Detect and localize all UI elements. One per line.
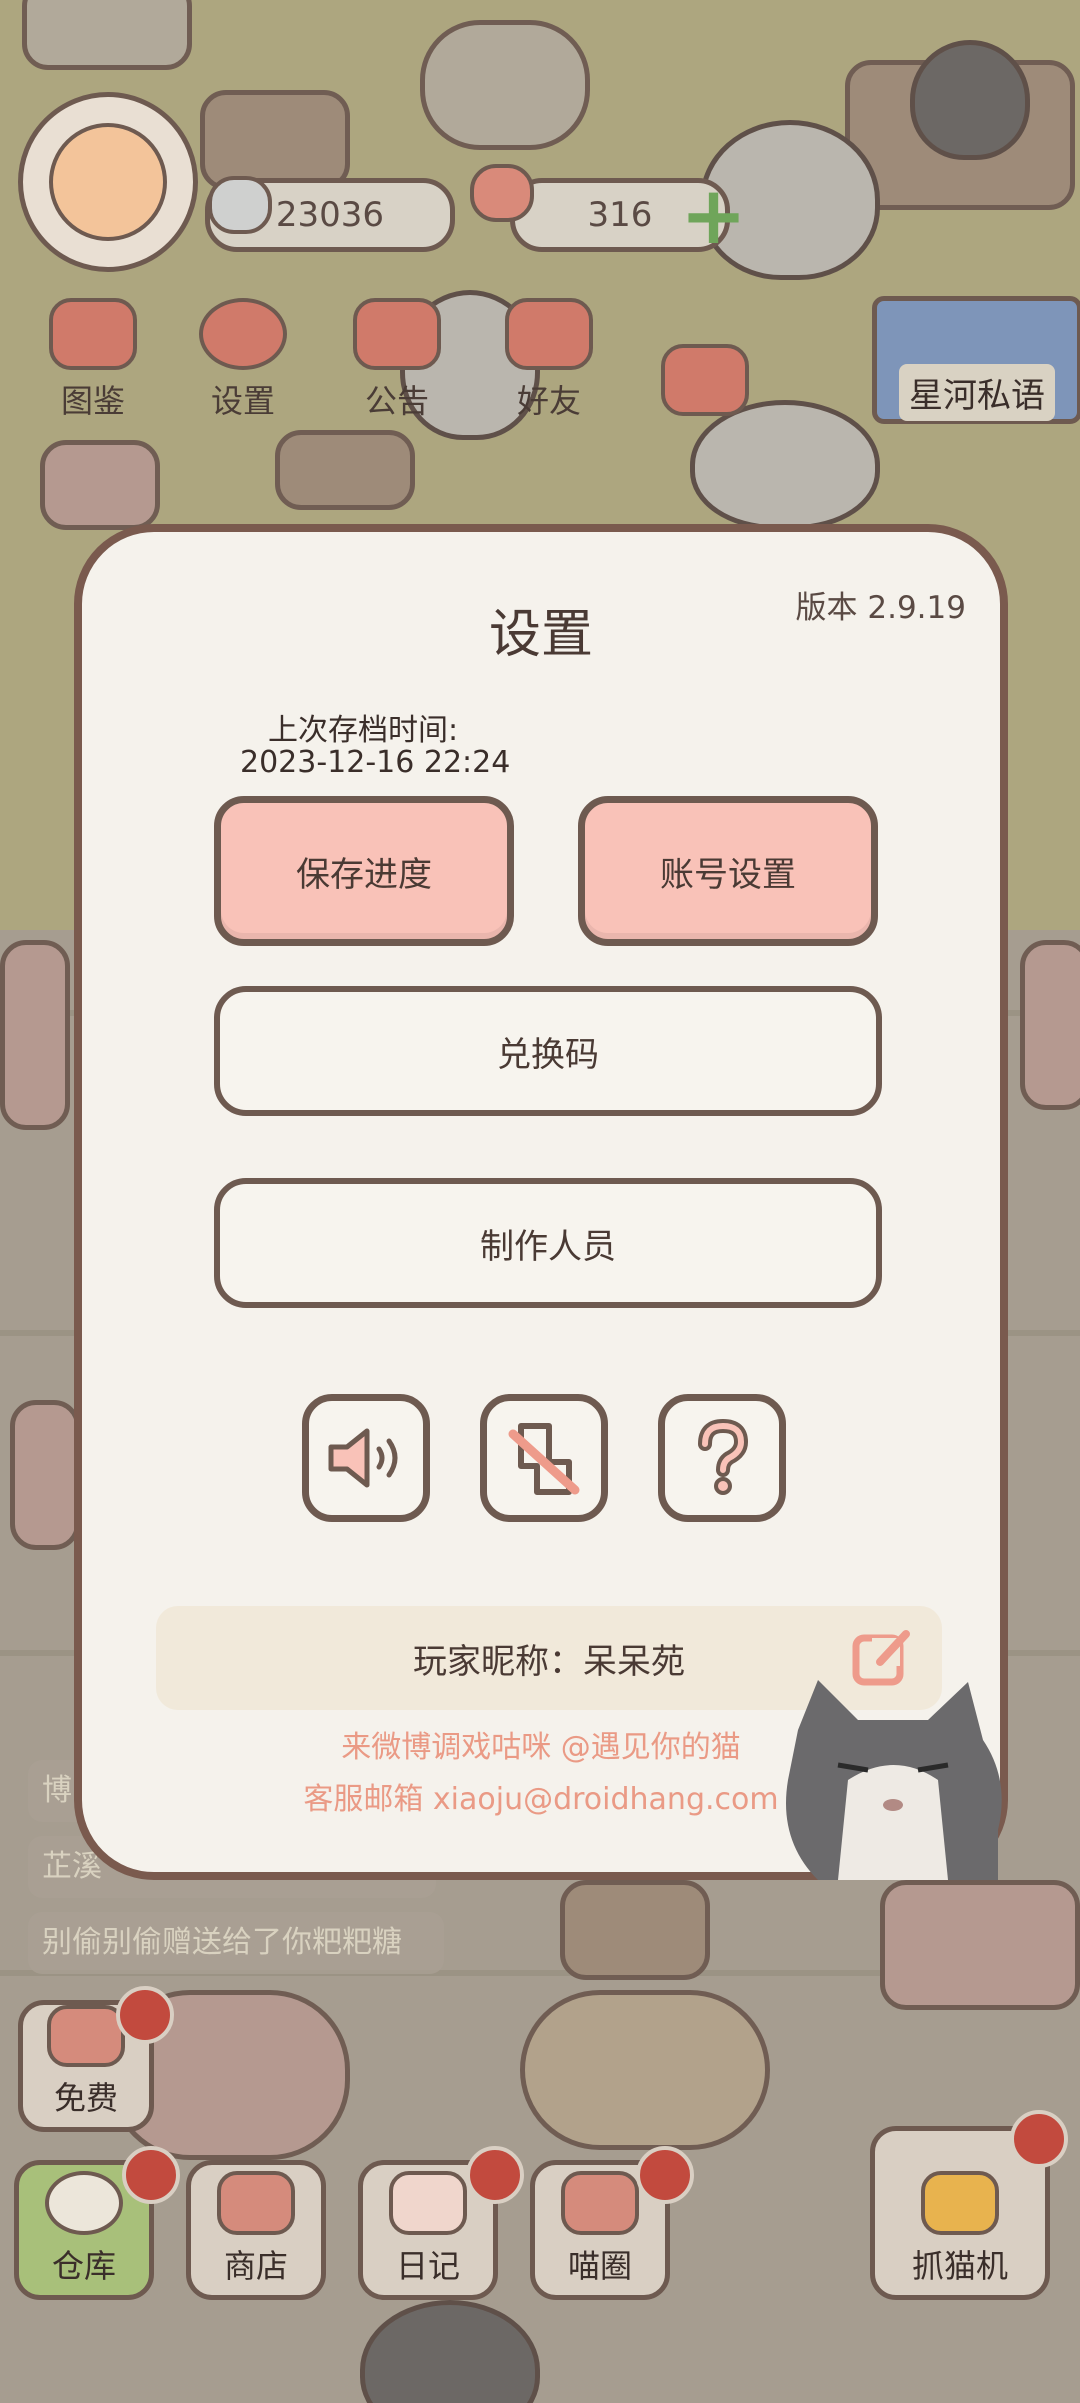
hud-button-label: 图鉴 — [60, 382, 125, 420]
cat-planet-icon — [561, 2171, 639, 2235]
save-progress-button[interactable]: 保存进度 — [214, 796, 514, 946]
last-save-time: 2023-12-16 22:24 — [240, 745, 511, 780]
hearts-mail-icon — [661, 344, 749, 416]
notification-badge — [466, 2146, 524, 2204]
hud-button-announcement[interactable]: 公告 — [332, 292, 462, 422]
version-label: 版本 2.9.19 — [795, 590, 966, 626]
hud-button-label: 设置 — [210, 382, 275, 420]
gem-value: 316 — [587, 195, 653, 235]
credits-button[interactable]: 制作人员 — [214, 1178, 882, 1308]
claw-icon — [921, 2171, 999, 2235]
vibration-toggle-button[interactable] — [480, 1394, 608, 1522]
avatar-face — [49, 123, 167, 241]
nav-shop[interactable]: 商店 — [186, 2160, 326, 2300]
gift-icon — [353, 298, 441, 370]
warehouse-icon — [45, 2171, 123, 2235]
hud-button-friends[interactable]: 好友 — [484, 292, 614, 422]
sound-icon — [328, 1428, 398, 1488]
hud-button-settings[interactable]: 设置 — [178, 292, 308, 422]
friends-icon — [505, 298, 593, 370]
sound-toggle-button[interactable] — [302, 1394, 430, 1522]
event-banner-starry[interactable]: 星河私语 — [872, 296, 1080, 424]
hud-button-catalog[interactable]: 图鉴 — [28, 292, 158, 422]
fish-coin-icon — [208, 176, 272, 234]
notification-badge — [122, 2146, 180, 2204]
hud-button-label: 公告 — [364, 382, 429, 420]
hud-button-label: 好友 — [516, 382, 581, 420]
shop-icon — [217, 2171, 295, 2235]
chat-line: 别偷别偷赠送给了你粑粑糖 — [28, 1912, 444, 1974]
last-save-label: 上次存档时间: — [268, 713, 459, 748]
cat-photo-decoration — [786, 1680, 1002, 1880]
vibration-off-icon — [508, 1423, 580, 1495]
nickname-value: 呆呆苑 — [583, 1641, 685, 1682]
player-avatar[interactable] — [18, 92, 198, 272]
gear-icon — [199, 298, 287, 370]
heart-gem-icon — [470, 164, 534, 222]
hud-button-mail[interactable] — [640, 292, 770, 422]
heart-icon — [47, 2005, 125, 2067]
diary-icon — [389, 2171, 467, 2235]
notification-badge — [116, 1986, 174, 2044]
nickname-label: 玩家昵称： — [413, 1641, 583, 1682]
help-icon — [698, 1418, 749, 1495]
add-gems-icon[interactable]: + — [680, 176, 747, 256]
cat-head-icon — [49, 298, 137, 370]
notification-badge — [1010, 2110, 1068, 2168]
help-button[interactable] — [658, 1394, 786, 1522]
notification-badge — [636, 2146, 694, 2204]
event-banner-label: 星河私语 — [899, 364, 1055, 421]
coin-value: 23036 — [275, 195, 385, 235]
redeem-code-button[interactable]: 兑换码 — [214, 986, 882, 1116]
account-settings-button[interactable]: 账号设置 — [578, 796, 878, 946]
